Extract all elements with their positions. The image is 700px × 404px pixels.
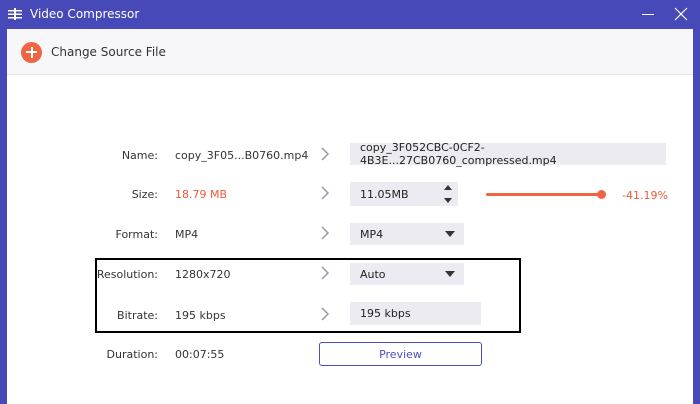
duration-value: 00:07:55 — [175, 348, 225, 361]
bitrate-source-value: 195 kbps — [175, 309, 226, 322]
change-source-label: Change Source File — [51, 45, 166, 59]
bitrate-output-value: 195 kbps — [360, 307, 411, 320]
size-source-value: 18.79 MB — [175, 188, 228, 201]
size-stepper[interactable]: 11.05MB — [350, 182, 458, 206]
bitrate-label: Bitrate: — [117, 309, 158, 322]
resolution-select[interactable]: Auto — [350, 263, 464, 285]
chevron-right-icon — [321, 226, 330, 240]
title-bar: Video Compressor — [0, 0, 700, 29]
bitrate-field[interactable]: 195 kbps — [350, 302, 481, 325]
name-output-value: copy_3F052CBC-0CF2-4B3E...27CB0760_compr… — [360, 141, 557, 167]
resolution-label: Resolution: — [96, 268, 158, 281]
toolbar: Change Source File — [7, 29, 693, 75]
spin-up-icon[interactable] — [444, 185, 452, 190]
chevron-right-icon — [321, 266, 330, 280]
minimize-icon[interactable] — [637, 4, 659, 24]
chevron-right-icon — [321, 307, 330, 321]
size-percent: -41.19% — [622, 189, 668, 202]
change-source-button[interactable]: Change Source File — [21, 41, 166, 63]
size-label: Size: — [131, 188, 158, 201]
format-source-value: MP4 — [175, 228, 199, 241]
close-icon[interactable] — [670, 4, 692, 24]
resolution-source-value: 1280x720 — [175, 268, 231, 281]
format-label: Format: — [115, 228, 158, 241]
compressor-panel: Change Source File Name: copy_3F05...B07… — [7, 29, 693, 404]
preview-button[interactable]: Preview — [319, 342, 482, 366]
add-icon — [21, 41, 42, 63]
slider-track — [486, 193, 606, 196]
resolution-output-value: Auto — [360, 267, 386, 281]
format-output-value: MP4 — [360, 227, 384, 241]
duration-label: Duration: — [106, 348, 158, 361]
name-output-field[interactable]: copy_3F052CBC-0CF2-4B3E...27CB0760_compr… — [350, 141, 666, 167]
name-label: Name: — [121, 149, 158, 162]
preview-label: Preview — [379, 347, 422, 361]
slider-thumb[interactable] — [596, 190, 606, 199]
size-slider[interactable] — [486, 190, 606, 199]
caret-down-icon — [445, 271, 455, 277]
size-output-value: 11.05MB — [360, 187, 409, 201]
chevron-right-icon — [321, 186, 330, 200]
name-source-value: copy_3F05...B0760.mp4 — [175, 149, 309, 162]
chevron-right-icon — [321, 147, 330, 161]
caret-down-icon — [445, 231, 455, 237]
format-select[interactable]: MP4 — [350, 223, 464, 245]
compress-icon — [8, 8, 22, 20]
window-title: Video Compressor — [30, 7, 140, 21]
spin-down-icon[interactable] — [444, 198, 452, 203]
